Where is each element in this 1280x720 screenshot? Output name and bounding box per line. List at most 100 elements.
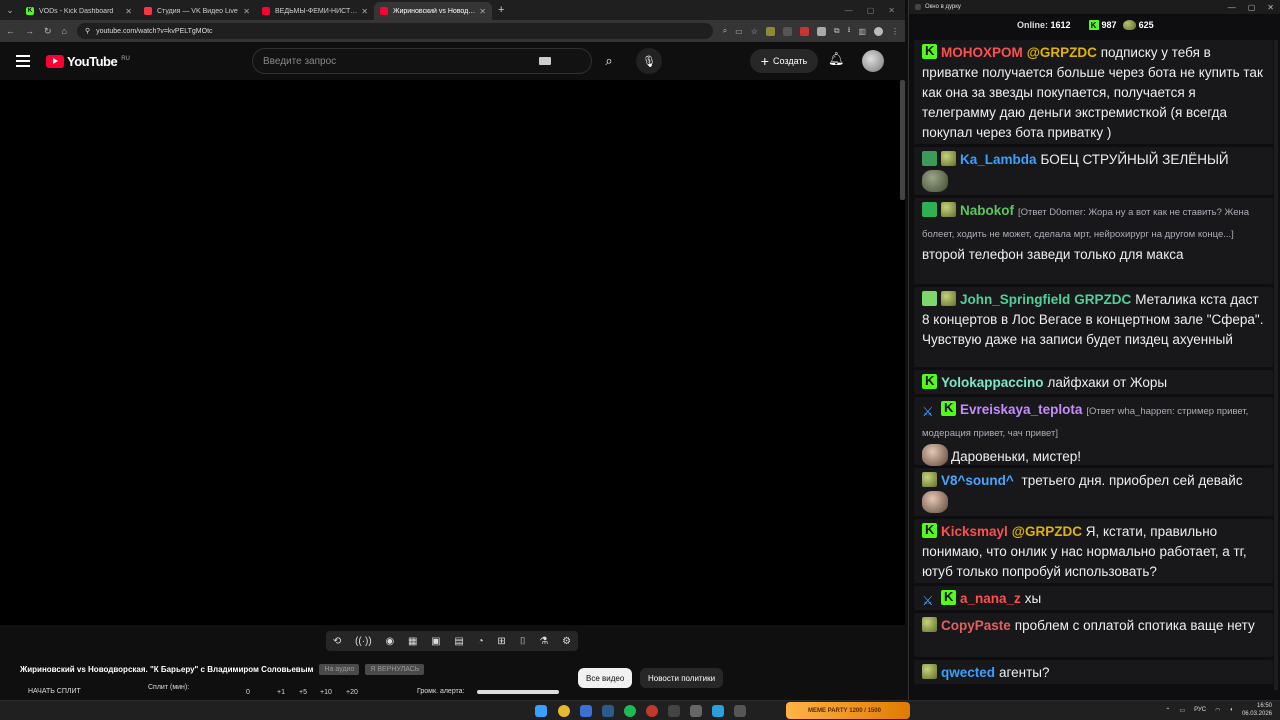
page-scrollbar[interactable] [900,80,905,200]
alert-volume-slider[interactable] [477,690,559,694]
download-icon[interactable]: ⭳ [848,24,851,38]
tab-kick-vods[interactable]: K VODs - Kick Dashboard ✕ [20,2,138,20]
reload-icon[interactable]: ↻ [44,26,52,37]
network-icon[interactable]: ▭ [1179,707,1185,714]
extension-icon[interactable] [799,26,809,36]
split-plus-button[interactable]: +5 [299,689,307,696]
kick-badge-icon [922,522,937,538]
obs-icon[interactable] [646,705,658,717]
search-button[interactable]: ⌕ [592,48,626,74]
telegram-icon[interactable] [712,705,724,717]
wifi-icon[interactable]: ◠ [1215,707,1220,714]
chat-username[interactable]: Kicksmayl [941,524,1008,539]
tab-youtube-1[interactable]: ВЕДЬМЫ-ФЕМИ-НИСТКИ ПРОТ ✕ [256,2,374,20]
tab-search-icon[interactable]: ⌄ [0,0,20,20]
settings-gear-icon[interactable]: ⚙ [562,636,571,647]
youtube-logo[interactable]: YouTube RU [46,54,130,69]
add-icon[interactable]: ⊞ [497,636,505,647]
tab-close-icon[interactable]: ✕ [125,7,132,16]
tab-close-icon[interactable]: ✕ [479,7,486,16]
watch-icon[interactable]: ◉ [385,636,394,647]
chat-username[interactable]: qwected [941,665,995,680]
chat-scrollbar[interactable] [1274,40,1278,690]
audio-wave-icon[interactable]: ((·)) [355,636,372,647]
chat-username[interactable]: Yolokappaccino [941,375,1044,390]
returned-chip[interactable]: Я ВЕРНУЛАСЬ [365,664,425,675]
loop-icon[interactable]: ⟲ [333,636,341,647]
app-icon[interactable] [734,705,746,717]
keyboard-icon[interactable] [539,57,551,65]
spotify-icon[interactable] [624,705,636,717]
pill-politics-news[interactable]: Новости политики [640,668,724,688]
extension-icon[interactable] [765,26,775,36]
extension-icon[interactable] [782,26,792,36]
tab-close-icon[interactable]: ✕ [243,7,250,16]
search-input[interactable]: Введите запрос [252,48,592,74]
tab-close-icon[interactable]: ✕ [361,7,368,16]
zoom-icon[interactable]: ⌕ [723,26,727,36]
video-player[interactable] [0,80,905,625]
site-info-icon[interactable]: ⚲ [85,27,90,35]
chat-username[interactable]: John_Springfield [960,292,1070,307]
tray-chevron-icon[interactable]: ⌃ [1165,707,1170,714]
more-icon[interactable]: ⋮ [891,27,899,36]
app-icon[interactable] [580,705,592,717]
avatar[interactable] [862,50,884,72]
start-menu-icon[interactable] [535,705,547,717]
forward-arrow-icon[interactable]: → [25,26,34,36]
extension-icon[interactable] [816,26,826,36]
language-indicator[interactable]: РУС [1194,707,1206,713]
picture-in-picture-icon[interactable]: ▣ [431,636,440,647]
pencil-badge-icon [922,291,937,306]
maximize-icon[interactable]: ▢ [1248,3,1256,12]
star-icon[interactable]: ☆ [751,27,758,36]
clapper-icon[interactable]: ▦ [408,636,417,647]
chat-message-list[interactable]: MOHOXPOM@GRPZDC подписку у тебя в приват… [909,40,1275,690]
flask-icon[interactable]: ⚗ [539,636,548,647]
chat-username[interactable]: MOHOXPOM [941,45,1023,60]
close-icon[interactable]: ✕ [1267,3,1274,12]
start-split-button[interactable]: НАЧАТЬ СПЛИТ [28,688,81,695]
chrome-icon[interactable] [558,705,570,717]
subtitles-icon[interactable]: ▤ [454,636,463,647]
audio-chip[interactable]: На аудио [319,664,360,675]
app-icon[interactable] [690,705,702,717]
new-tab-button[interactable]: + [498,4,504,16]
chat-username[interactable]: CopyPaste [941,618,1011,633]
minimize-icon[interactable]: — [1228,3,1236,12]
app-icon[interactable] [668,705,680,717]
minimize-icon[interactable]: — [845,6,853,15]
cast-icon[interactable]: ▭ [735,27,743,36]
create-button[interactable]: + Создать [750,49,818,73]
chat-username[interactable]: a_nana_z [960,591,1021,606]
tab-vk-studio[interactable]: Студия — VK Видео Live ✕ [138,2,256,20]
close-icon[interactable]: ✕ [888,6,895,15]
chat-username[interactable]: Ka_Lambda [960,152,1037,167]
notifications-bell-icon[interactable]: 🔔︎ [828,51,845,67]
volume-icon[interactable]: ◖ [1229,707,1233,713]
clock[interactable]: 16:50 06.03.2026 [1242,702,1272,718]
steam-icon[interactable] [602,705,614,717]
voice-search-button[interactable]: 🎙︎ [636,48,662,74]
pill-all-videos[interactable]: Все видео [578,668,633,688]
meme-party-widget[interactable]: MEME PARTY 1200 / 1500 [786,702,910,719]
shield-badge-icon [922,151,937,166]
profile-icon[interactable] [874,26,883,36]
chat-username[interactable]: Nabokof [960,203,1014,218]
camera-icon[interactable]: ⌷ [520,636,526,647]
maximize-icon[interactable]: ▢ [867,6,875,15]
url-field[interactable]: ⚲ youtube.com/watch?v=kvPELTgMOtc [76,23,713,39]
kick-counter: K 987 [1088,20,1117,31]
sidebar-icon[interactable]: ▥ [858,27,866,36]
chat-username[interactable]: Evreiskaya_teplota [960,402,1082,417]
tab-youtube-active[interactable]: Жириновский vs Новодворская ✕ [374,2,492,20]
back-arrow-icon[interactable]: ← [6,26,15,36]
split-plus-button[interactable]: +20 [346,689,358,696]
puzzle-icon[interactable]: ⧉ [834,26,840,36]
chat-username[interactable]: V8^sound^ [941,473,1014,488]
split-plus-button[interactable]: +10 [320,689,332,696]
speed-icon[interactable]: ◔ [478,636,484,647]
home-icon[interactable]: ⌂ [62,26,67,36]
hamburger-menu-icon[interactable] [16,55,30,67]
split-plus-button[interactable]: +1 [277,689,285,696]
